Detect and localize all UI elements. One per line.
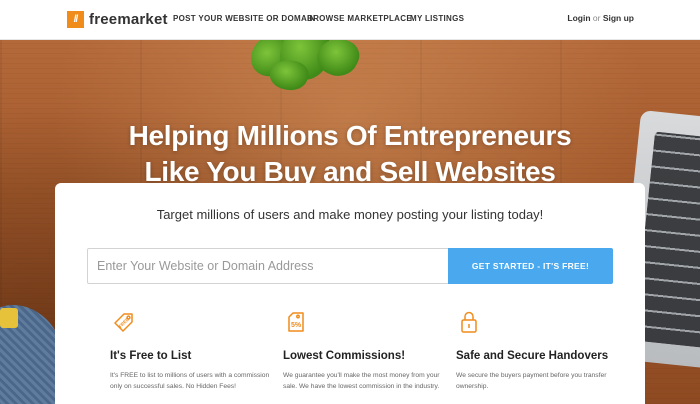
- auth-links: Login or Sign up: [567, 13, 634, 23]
- feature-description: We guarantee you'll make the most money …: [283, 372, 440, 390]
- feature-description: It's FREE to list to millions of users w…: [110, 372, 270, 390]
- signup-link[interactable]: Sign up: [603, 13, 634, 23]
- brand-logo[interactable]: // freemarket: [67, 11, 168, 28]
- website-domain-input[interactable]: [87, 248, 448, 284]
- feature-title: Lowest Commissions!: [283, 350, 406, 362]
- feature-lowest-commissions: 5% Lowest Commissions! We guarantee you'…: [283, 309, 453, 392]
- free-tag-icon: FREE: [114, 313, 133, 332]
- signup-card: Target millions of users and make money …: [55, 183, 645, 404]
- auth-or-text: or: [592, 13, 601, 23]
- login-link[interactable]: Login: [567, 13, 590, 23]
- feature-description: We secure the buyers payment before you …: [456, 372, 607, 390]
- lock-icon: [461, 311, 477, 333]
- listing-form: GET STARTED - IT'S FREE!: [87, 248, 613, 284]
- logo-mark-icon: //: [67, 11, 84, 28]
- hero-headline-line1: Helping Millions Of Entrepreneurs: [128, 120, 572, 151]
- nav-my-listings[interactable]: MY LISTINGS: [410, 14, 464, 23]
- card-tagline: Target millions of users and make money …: [156, 207, 544, 222]
- feature-title: Safe and Secure Handovers: [456, 350, 609, 362]
- feature-free-to-list: FREE It's Free to List It's FREE to list…: [110, 309, 280, 392]
- yellow-object-decoration: [0, 308, 18, 328]
- logo-text: freemarket: [89, 11, 168, 28]
- feature-secure-handovers: Safe and Secure Handovers We secure the …: [456, 309, 626, 392]
- top-navigation-bar: // freemarket POST YOUR WEBSITE OR DOMAI…: [0, 0, 700, 40]
- nav-browse-marketplace[interactable]: BROWSE MARKETPLACE: [307, 14, 412, 23]
- percent-tag-icon: 5%: [288, 312, 304, 332]
- svg-text:5%: 5%: [291, 322, 302, 329]
- hero-headline: Helping Millions Of Entrepreneurs Like Y…: [0, 118, 700, 190]
- get-started-button[interactable]: GET STARTED - IT'S FREE!: [448, 248, 613, 284]
- feature-title: It's Free to List: [110, 350, 192, 362]
- nav-post-website[interactable]: POST YOUR WEBSITE OR DOMAIN: [173, 14, 316, 23]
- plant-decoration: [240, 40, 370, 105]
